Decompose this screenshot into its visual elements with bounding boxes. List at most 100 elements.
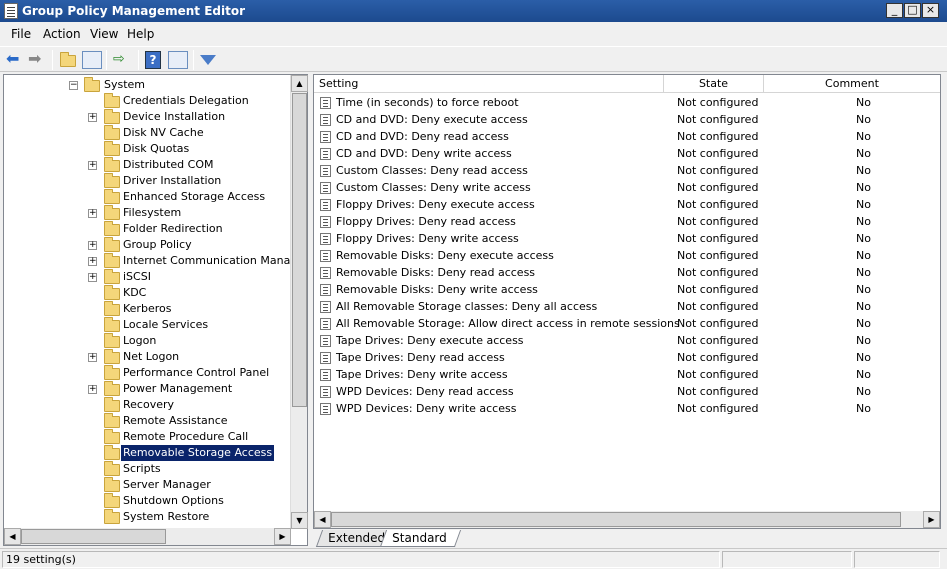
show-hide-tree-icon[interactable] [82,51,102,69]
back-arrow-icon[interactable]: ⬅ [6,51,26,69]
table-row[interactable]: Custom Classes: Deny write access Not con… [314,179,940,196]
scroll-thumb[interactable] [331,512,901,527]
expand-icon[interactable]: + [88,113,97,122]
scroll-right-icon[interactable]: ▶ [274,528,291,545]
tree-item[interactable]: Credentials Delegation [4,93,291,109]
minimize-button[interactable]: _ [886,3,903,18]
tree-horizontal-scrollbar[interactable]: ◀ ▶ [4,528,291,545]
column-header-comment[interactable]: Comment [764,75,940,93]
tree-item[interactable]: Logon [4,333,291,349]
table-row[interactable]: Removable Disks: Deny read access Not con… [314,264,940,281]
tree-item[interactable]: Kerberos [4,301,291,317]
table-row[interactable]: All Removable Storage: Allow direct acce… [314,315,940,332]
table-row[interactable]: Floppy Drives: Deny execute access Not co… [314,196,940,213]
tree-item[interactable]: + Net Logon [4,349,291,365]
expand-icon[interactable]: + [88,353,97,362]
expand-icon[interactable]: + [88,273,97,282]
forward-arrow-icon[interactable]: ➡ [28,51,48,69]
tree-vertical-scrollbar[interactable]: ▲ ▼ [290,75,308,529]
menu-help[interactable]: Help [127,27,154,41]
folder-icon [104,221,120,236]
expand-icon[interactable]: + [88,385,97,394]
table-row[interactable]: WPD Devices: Deny read access Not configu… [314,383,940,400]
table-row[interactable]: CD and DVD: Deny write access Not configu… [314,145,940,162]
tree-item[interactable]: Remote Assistance [4,413,291,429]
scroll-left-icon[interactable]: ◀ [314,511,331,528]
tree-item[interactable]: Enhanced Storage Access [4,189,291,205]
up-folder-icon[interactable] [58,51,78,69]
scroll-thumb[interactable] [21,529,166,544]
tree-item[interactable]: Performance Control Panel [4,365,291,381]
table-row[interactable]: All Removable Storage classes: Deny all … [314,298,940,315]
tree-item[interactable]: + Filesystem [4,205,291,221]
tree-item[interactable]: Driver Installation [4,173,291,189]
tree-item[interactable]: + iSCSI [4,269,291,285]
menu-file[interactable]: File [11,27,31,41]
table-row[interactable]: Floppy Drives: Deny read access Not confi… [314,213,940,230]
table-row[interactable]: Floppy Drives: Deny write access Not conf… [314,230,940,247]
tree-item-label: Enhanced Storage Access [123,190,266,203]
table-row[interactable]: Tape Drives: Deny execute access Not conf… [314,332,940,349]
properties-icon[interactable] [168,51,188,69]
policy-setting-icon [320,131,331,143]
expand-icon[interactable]: + [88,257,97,266]
tree-item[interactable]: Remote Procedure Call [4,429,291,445]
scroll-left-icon[interactable]: ◀ [4,528,21,545]
policy-setting-icon [320,216,331,228]
collapse-icon[interactable]: − [69,81,78,90]
expand-icon[interactable]: + [88,241,97,250]
title-bar: Group Policy Management Editor _ □ × [0,0,947,22]
column-header-state[interactable]: State [664,75,764,93]
table-row[interactable]: Removable Disks: Deny write access Not co… [314,281,940,298]
table-row[interactable]: CD and DVD: Deny execute access Not confi… [314,111,940,128]
table-row[interactable]: WPD Devices: Deny write access Not config… [314,400,940,417]
scroll-down-icon[interactable]: ▼ [291,512,308,529]
tree-item[interactable]: Server Manager [4,477,291,493]
export-list-icon[interactable]: ⇨ [113,51,133,69]
tree-item[interactable]: Scripts [4,461,291,477]
tree-item-label: Server Manager [123,478,211,491]
table-row[interactable]: Tape Drives: Deny write access Not config… [314,366,940,383]
expand-icon[interactable]: + [88,209,97,218]
setting-name: CD and DVD: Deny write access [336,147,512,160]
table-row[interactable]: CD and DVD: Deny read access Not configur… [314,128,940,145]
tree-item[interactable]: + Power Management [4,381,291,397]
tree-item[interactable]: + Internet Communication Manageme [4,253,291,269]
table-row[interactable]: Custom Classes: Deny read access Not conf… [314,162,940,179]
tree-item[interactable]: Removable Storage Access [4,445,291,461]
setting-name: WPD Devices: Deny read access [336,385,514,398]
help-icon[interactable]: ? [145,51,161,69]
tree-item[interactable]: Folder Redirection [4,221,291,237]
tree-item[interactable]: Disk NV Cache [4,125,291,141]
expand-icon[interactable]: + [88,161,97,170]
list-horizontal-scrollbar[interactable]: ◀ ▶ [314,511,940,528]
scroll-up-icon[interactable]: ▲ [291,75,308,92]
tree-item[interactable]: + Group Policy [4,237,291,253]
scroll-thumb[interactable] [292,93,307,407]
tree-item[interactable]: Shutdown Options [4,493,291,509]
table-row[interactable]: Tape Drives: Deny read access Not configu… [314,349,940,366]
table-row[interactable]: Time (in seconds) to force reboot Not con… [314,94,940,111]
maximize-button[interactable]: □ [904,3,921,18]
setting-state: Not configured [677,147,759,160]
tab-standard[interactable]: Standard [379,530,461,547]
tree-item[interactable]: KDC [4,285,291,301]
tree-item[interactable]: Recovery [4,397,291,413]
policy-setting-icon [320,148,331,160]
scroll-right-icon[interactable]: ▶ [923,511,940,528]
tree-item[interactable]: Locale Services [4,317,291,333]
menu-view[interactable]: View [90,27,118,41]
tree-item[interactable]: + Device Installation [4,109,291,125]
menu-action[interactable]: Action [43,27,81,41]
tree-item-system[interactable]: − System [4,77,291,93]
folder-icon [104,125,120,140]
tree-item[interactable]: Disk Quotas [4,141,291,157]
filter-icon[interactable] [200,55,216,65]
tree-item[interactable]: System Restore [4,509,291,525]
setting-name: Tape Drives: Deny execute access [336,334,524,347]
setting-state: Not configured [677,232,759,245]
close-button[interactable]: × [922,3,939,18]
table-row[interactable]: Removable Disks: Deny execute access Not … [314,247,940,264]
column-header-setting[interactable]: Setting [314,75,664,93]
tree-item[interactable]: + Distributed COM [4,157,291,173]
